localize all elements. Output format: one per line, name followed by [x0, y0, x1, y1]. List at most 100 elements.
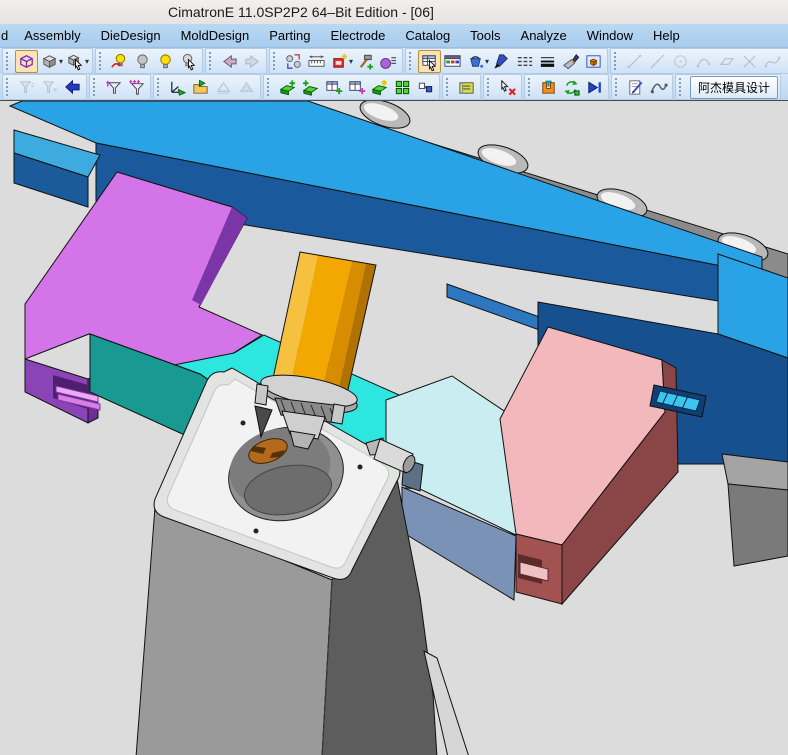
toolbar-grip-handle[interactable] — [99, 52, 105, 70]
render-options-icon[interactable] — [377, 50, 400, 73]
toolbar-group — [263, 74, 440, 100]
toolbar-grip-handle[interactable] — [157, 78, 163, 96]
support-block-front[interactable] — [727, 483, 788, 567]
toolbar-grip-handle[interactable] — [209, 52, 215, 70]
view-wireframe-icon[interactable] — [15, 49, 38, 73]
show-by-pick-icon[interactable] — [177, 50, 200, 73]
menu-item-assembly[interactable]: Assembly — [14, 26, 90, 45]
dropdown-caret-icon[interactable]: ▾ — [85, 57, 89, 66]
sketcher-icon[interactable] — [624, 76, 647, 99]
toolbar-grip-handle[interactable] — [446, 78, 452, 96]
dropdown-caret-icon[interactable]: ▾ — [485, 57, 489, 66]
show-all-icon[interactable] — [154, 50, 177, 73]
ucs-icon[interactable] — [166, 76, 189, 99]
hide-all-icon[interactable] — [131, 50, 154, 73]
screw-hole[interactable] — [357, 464, 363, 470]
measure-icon[interactable] — [305, 50, 328, 73]
mold-base-icon[interactable] — [537, 76, 560, 99]
curves-icon[interactable] — [647, 76, 670, 99]
sketch-parallelogram-icon[interactable] — [715, 50, 738, 73]
datum-plane-icon[interactable] — [212, 76, 235, 99]
solid-display-icon[interactable] — [582, 50, 605, 73]
application-window: CimatronE 11.0SP2P2 64–Bit Edition - [06… — [0, 0, 788, 755]
sketch-circle-icon[interactable] — [669, 50, 692, 73]
screw-hole[interactable] — [240, 420, 246, 426]
sketch-intersect-icon[interactable] — [738, 50, 761, 73]
menu-item-molddesign[interactable]: MoldDesign — [171, 26, 260, 45]
delete-component-icon[interactable] — [496, 76, 519, 99]
open-catalog-icon[interactable] — [455, 76, 478, 99]
attributes-table-icon[interactable] — [418, 49, 442, 73]
toolbar-grip-handle[interactable] — [487, 78, 493, 96]
sketch-loop-icon[interactable] — [784, 50, 788, 73]
filter-options-icon[interactable] — [15, 76, 38, 99]
add-bom-part-icon[interactable] — [345, 76, 368, 99]
color-table-icon[interactable] — [441, 50, 464, 73]
menu-item-truncated[interactable]: d — [0, 26, 14, 45]
menu-item-diedesign[interactable]: DieDesign — [91, 26, 171, 45]
update-links-icon[interactable] — [560, 76, 583, 99]
step-back-icon[interactable] — [61, 76, 84, 99]
paint-attributes-icon[interactable] — [559, 50, 582, 73]
previous-view-icon[interactable] — [218, 50, 241, 73]
sketch-line-icon[interactable] — [623, 50, 646, 73]
dropdown-caret-icon[interactable]: ▾ — [349, 57, 353, 66]
title-bar: CimatronE 11.0SP2P2 64–Bit Edition - [06… — [0, 0, 788, 24]
pick-color-icon[interactable] — [490, 50, 513, 73]
line-width-icon[interactable] — [536, 50, 559, 73]
menu-item-parting[interactable]: Parting — [259, 26, 320, 45]
preferences-icon[interactable] — [328, 50, 351, 73]
show-hide-icon[interactable] — [108, 50, 131, 73]
custom-macro-button[interactable]: 阿杰模具设计 — [690, 75, 779, 99]
screw-hole[interactable] — [253, 528, 259, 534]
toolbar-grip-handle[interactable] — [614, 52, 620, 70]
menu-item-tools[interactable]: Tools — [460, 26, 510, 45]
sketch-arc-icon[interactable] — [692, 50, 715, 73]
toolbar-grip-handle[interactable] — [267, 78, 273, 96]
add-tool-icon[interactable] — [354, 50, 377, 73]
toolbar-grip-handle[interactable] — [273, 52, 279, 70]
new-part-icon[interactable] — [368, 76, 391, 99]
pin-clip-right[interactable] — [330, 403, 346, 425]
toolbar-grip-handle[interactable] — [93, 78, 99, 96]
toolbar-grip-handle[interactable] — [6, 78, 12, 96]
dropdown-caret-icon[interactable]: ▾ — [59, 57, 63, 66]
toolbar-grip-handle[interactable] — [409, 52, 415, 70]
sketch-polyline-icon[interactable] — [646, 50, 669, 73]
viewport-3d[interactable] — [0, 101, 788, 755]
toolbar-assembly: 阿杰模具设计 — [0, 74, 788, 101]
swap-entities-icon[interactable] — [282, 50, 305, 73]
add-catalog-part-icon[interactable] — [322, 76, 345, 99]
menu-item-help[interactable]: Help — [643, 26, 690, 45]
toolbar-grip-handle[interactable] — [6, 52, 12, 70]
next-view-icon[interactable] — [241, 50, 264, 73]
toolbar-group — [524, 74, 609, 100]
selection-filter-icon[interactable] — [102, 76, 125, 99]
toolbar-group: ▾ ▾ — [2, 48, 94, 74]
toolbar-grip-handle[interactable] — [528, 78, 534, 96]
load-ucs-icon[interactable] — [189, 76, 212, 99]
view-pick-display-icon[interactable] — [64, 50, 87, 73]
add-part-icon[interactable] — [299, 76, 322, 99]
run-simulation-icon[interactable] — [583, 76, 606, 99]
add-sub-assembly-icon[interactable] — [391, 76, 414, 99]
filter-settings-icon[interactable] — [38, 76, 61, 99]
align-components-icon[interactable] — [414, 76, 437, 99]
menu-item-electrode[interactable]: Electrode — [320, 26, 395, 45]
toolbar-grip-handle[interactable] — [679, 78, 685, 96]
toolbar-group — [483, 74, 522, 100]
fill-color-icon[interactable] — [464, 50, 487, 73]
sketch-spline-icon[interactable] — [761, 50, 784, 73]
pin-clip-left[interactable] — [254, 383, 269, 406]
toolbar-group — [611, 74, 673, 100]
menu-item-analyze[interactable]: Analyze — [511, 26, 577, 45]
toolbar-grip-handle[interactable] — [615, 78, 621, 96]
line-style-icon[interactable] — [513, 50, 536, 73]
menu-item-window[interactable]: Window — [577, 26, 643, 45]
add-filter-icon[interactable] — [125, 76, 148, 99]
datum-axis-icon[interactable] — [235, 76, 258, 99]
view-shaded-icon[interactable] — [38, 50, 61, 73]
scene-canvas[interactable] — [0, 101, 788, 755]
menu-item-catalog[interactable]: Catalog — [395, 26, 460, 45]
add-active-part-icon[interactable] — [276, 76, 299, 99]
